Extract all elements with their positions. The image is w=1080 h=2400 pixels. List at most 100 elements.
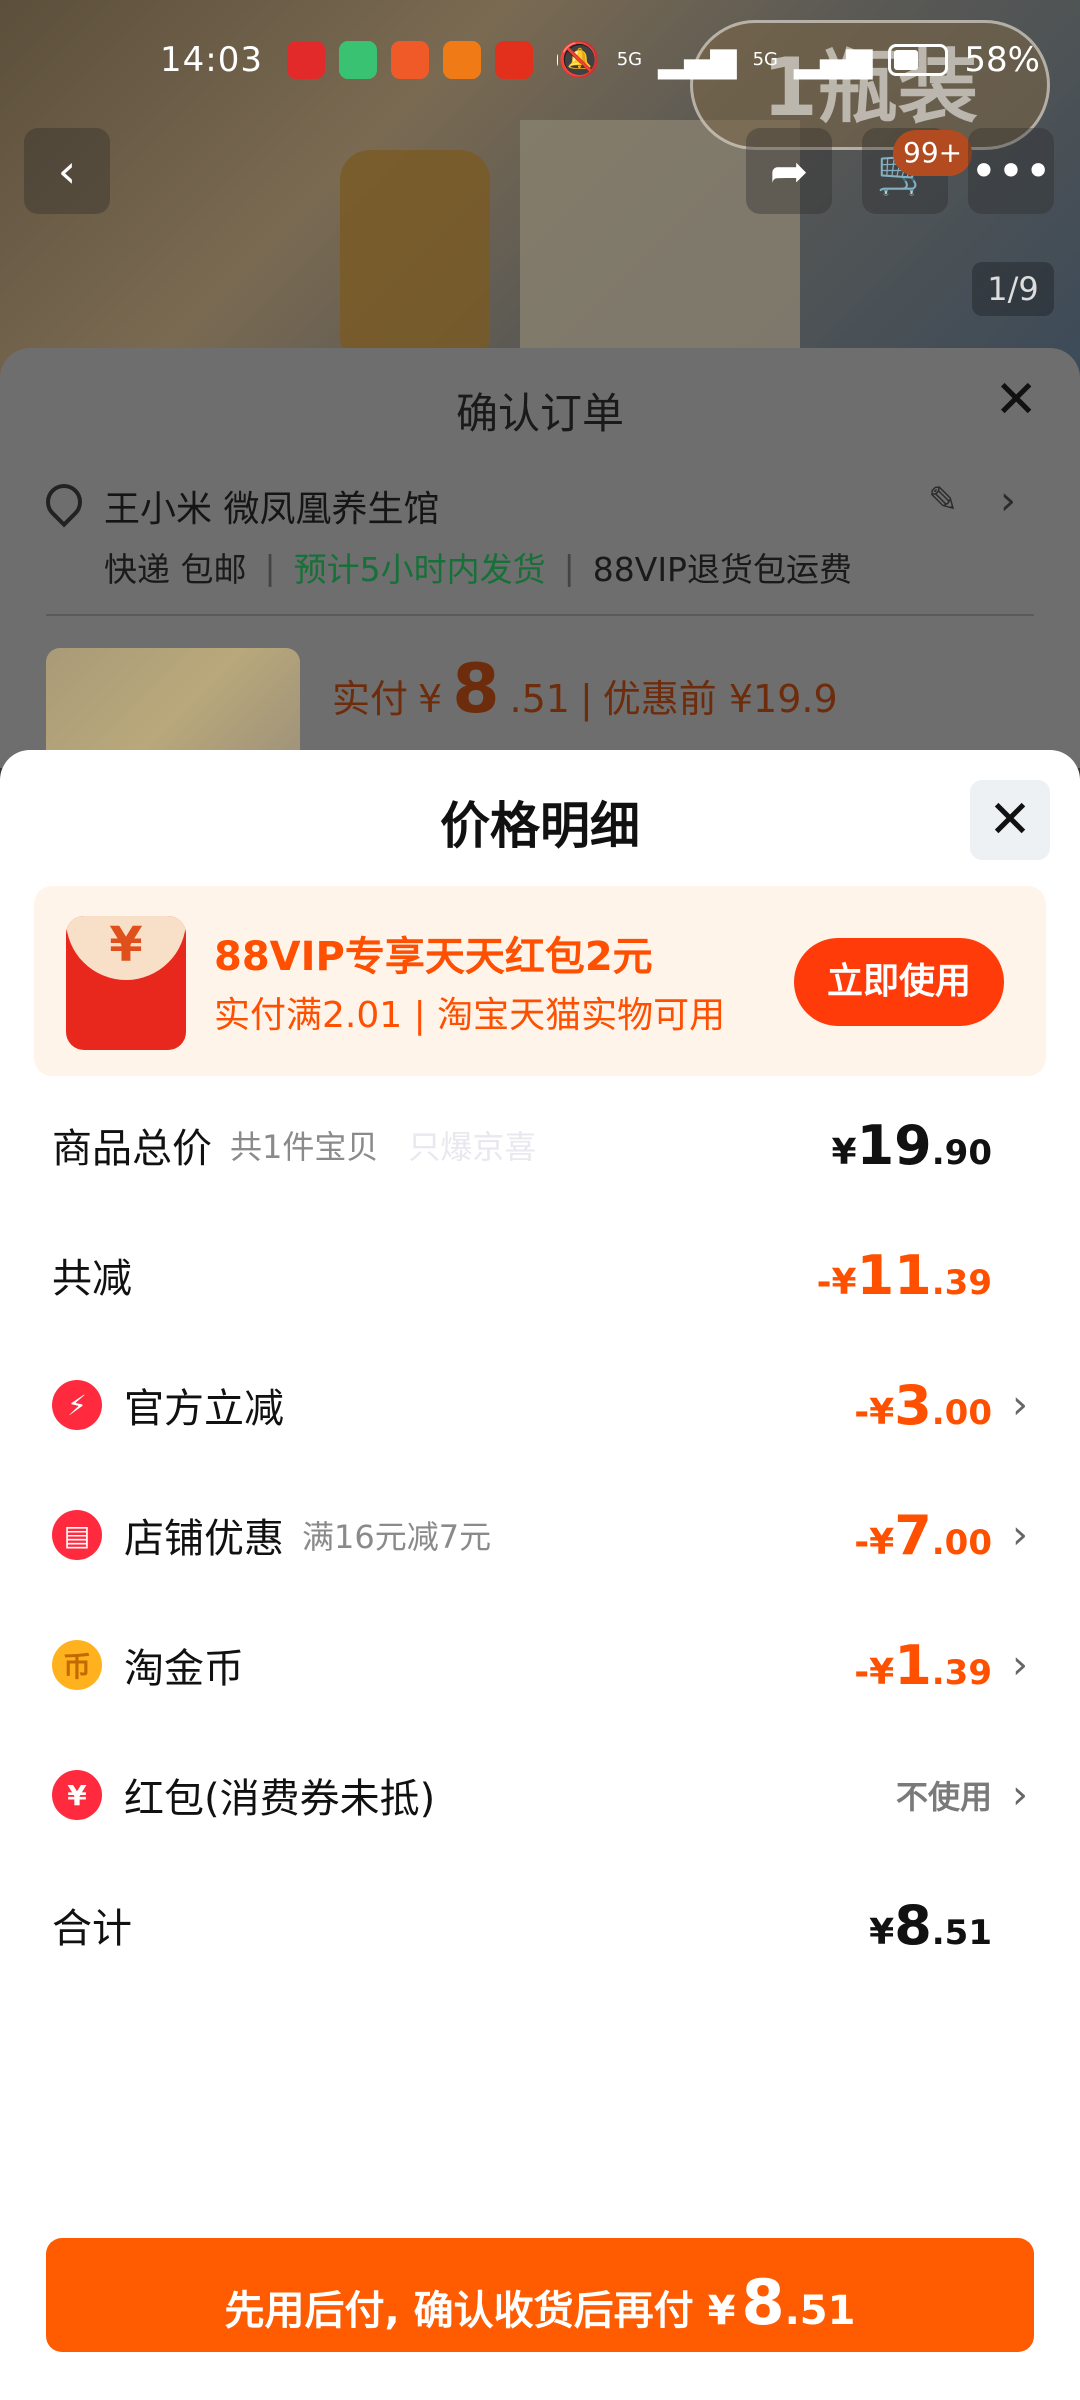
signal-label-2: 5G [752, 49, 778, 70]
amount-dec: .00 [931, 1392, 992, 1433]
signal-label-1: 5G [616, 49, 643, 70]
amount-currency: ¥ [831, 1131, 857, 1173]
more-icon: ••• [970, 144, 1052, 198]
app-icon [390, 41, 429, 79]
status-time: 14:03 [160, 40, 263, 80]
order-title: 确认订单 [455, 389, 624, 438]
row-amount: -¥ 11.39 [817, 1244, 992, 1307]
share-icon: ➦ [769, 144, 809, 198]
amount-dec: .39 [931, 1262, 992, 1303]
amount-dec: .51 [931, 1912, 992, 1953]
signal-icon: ▂▄▆ [793, 40, 873, 80]
sheet-title: 价格明细 [440, 797, 640, 855]
row-label: 商品总价 [52, 1126, 212, 1172]
vip-red-packet-banner: ¥ 88VIP专享天天红包2元 实付满2.01 | 淘宝天猫实物可用 立即使用 [34, 886, 1046, 1076]
promo-desc: 实付满2.01 | 淘宝天猫实物可用 [214, 995, 726, 1036]
pay-button-dec: .51 [784, 2288, 856, 2334]
row-goods-total: 商品总价 共1件宝贝 只爆京喜 ¥19.90 [52, 1110, 1028, 1180]
pay-currency: ¥ [418, 677, 443, 721]
pay-int: 8 [452, 650, 500, 729]
shipping-address[interactable]: 王小米 微凤凰养生馆 [104, 480, 439, 532]
amount-currency: ¥ [869, 1911, 895, 1953]
close-icon: ✕ [988, 790, 1032, 850]
use-now-button[interactable]: 立即使用 [794, 938, 1004, 1026]
chevron-right-icon: › [1012, 1772, 1028, 1818]
cart-count-badge: 99+ [893, 130, 973, 176]
amount-currency: -¥ [816, 1261, 857, 1303]
chevron-right-icon[interactable]: › [1000, 478, 1016, 524]
red-packet-status: 不使用 [895, 1778, 992, 1816]
app-icon [338, 41, 377, 79]
row-sub: 共1件宝贝 [230, 1128, 379, 1166]
pay-button-int: 8 [741, 2266, 785, 2339]
row-label: 淘金币 [124, 1646, 244, 1692]
envelope-symbol: ¥ [66, 916, 186, 980]
return-note: 88VIP退货包运费 [592, 550, 852, 589]
back-button[interactable]: ‹ [24, 128, 110, 214]
share-button[interactable]: ➦ [746, 128, 832, 214]
amount-dec: .90 [931, 1132, 992, 1173]
confirm-order-sheet: 确认订单 ✕ 王小米 微凤凰养生馆 ✎ › 快递 包邮 | 预计5小时内发货 |… [0, 348, 1080, 788]
mute-icon: 🔕 [558, 40, 601, 80]
row-label: 红包(消费券未抵) [124, 1776, 436, 1822]
back-icon: ‹ [57, 144, 77, 198]
shipping-info: 快递 包邮 | 预计5小时内发货 | 88VIP退货包运费 [104, 543, 852, 591]
row-red-packet[interactable]: ¥ 红包(消费券未抵) 不使用 › [52, 1760, 1028, 1830]
chevron-right-icon: › [1012, 1382, 1028, 1428]
amount-dec: .39 [931, 1652, 992, 1693]
row-sub: 满16元减7元 [302, 1518, 492, 1556]
notification-icons [286, 41, 533, 79]
pay-button-label: 先用后付, 确认收货后再付 ¥ [224, 2288, 736, 2334]
amount-currency: -¥ [854, 1651, 895, 1693]
amount-int: 3 [894, 1373, 932, 1437]
pay-dec: .51 [509, 677, 570, 721]
row-amount: -¥ 3.00 [854, 1374, 992, 1437]
row-amount: ¥8.51 [869, 1894, 992, 1957]
ship-time: 预计5小时内发货 [293, 550, 546, 589]
edit-icon[interactable]: ✎ [928, 480, 958, 521]
amount-int: 8 [894, 1893, 932, 1957]
promo-title: 88VIP专享天天红包2元 [214, 934, 653, 980]
red-packet-icon: ¥ [66, 916, 186, 1050]
gallery-pager: 1/9 [972, 262, 1054, 316]
amount-int: 11 [856, 1243, 932, 1307]
sheet-close-button[interactable]: ✕ [970, 780, 1050, 860]
row-label: 合计 [52, 1906, 132, 1952]
coin-icon: 币 [52, 1640, 102, 1690]
amount-currency: -¥ [854, 1391, 895, 1433]
app-icon [286, 41, 325, 79]
amount-int: 7 [894, 1503, 932, 1567]
watermark-text: 只爆京喜 [408, 1128, 537, 1166]
app-icon [442, 41, 481, 79]
row-official-discount[interactable]: ⚡ 官方立减 -¥ 3.00 › [52, 1370, 1028, 1440]
location-icon [38, 476, 90, 528]
row-total-reduction: 共减 -¥ 11.39 [52, 1240, 1028, 1310]
chevron-right-icon: › [1012, 1642, 1028, 1688]
app-icon [494, 41, 533, 79]
amount-dec: .00 [931, 1522, 992, 1563]
divider: | [264, 547, 276, 587]
divider: | [563, 547, 575, 587]
product-bottle-image [340, 150, 490, 350]
divider [46, 614, 1034, 616]
more-button[interactable]: ••• [968, 128, 1054, 214]
battery-level: 58% [964, 40, 1040, 80]
status-bar: 14:03 🔕 5G ▂▄▆ 5G ▂▄▆ 58% [0, 0, 1080, 120]
shipping-method: 快递 包邮 [104, 550, 247, 589]
battery-icon [888, 44, 949, 76]
pay-later-button[interactable]: 先用后付, 确认收货后再付 ¥8.51 [46, 2238, 1034, 2352]
order-pay-summary: 实付 ¥ 8.51 | 优惠前 ¥19.9 [332, 650, 838, 729]
row-amount: -¥ 7.00 [854, 1504, 992, 1567]
divider: | [579, 677, 593, 721]
row-shop-discount[interactable]: ▤ 店铺优惠 满16元减7元 -¥ 7.00 › [52, 1500, 1028, 1570]
pay-label: 实付 [332, 677, 409, 721]
before-discount: 优惠前 ¥19.9 [602, 677, 838, 721]
row-label: 共减 [52, 1256, 132, 1302]
price-detail-sheet: 价格明细 ✕ ¥ 88VIP专享天天红包2元 实付满2.01 | 淘宝天猫实物可… [0, 750, 1080, 2400]
close-icon: ✕ [994, 370, 1038, 430]
amount-currency: -¥ [854, 1521, 895, 1563]
row-amount: ¥19.90 [832, 1114, 992, 1177]
order-close-button[interactable]: ✕ [994, 370, 1038, 430]
row-label: 店铺优惠 [124, 1516, 284, 1562]
row-taojin-coins[interactable]: 币 淘金币 -¥ 1.39 › [52, 1630, 1028, 1700]
